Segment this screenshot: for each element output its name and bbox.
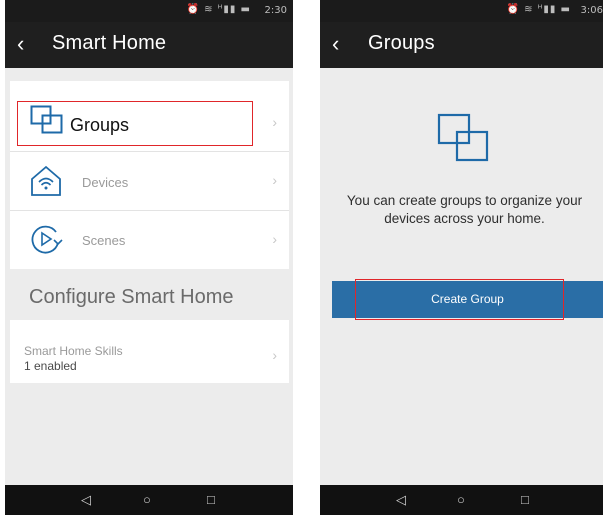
chevron-right-icon: › <box>272 347 277 363</box>
nav-home-icon[interactable]: ○ <box>143 492 151 507</box>
groups-icon <box>437 113 491 168</box>
skills-subtitle: 1 enabled <box>24 359 77 373</box>
scenes-icon <box>30 223 64 260</box>
status-bar: ⏰ ≋ ᴴ▮▮ ▬ 2:30 <box>5 0 293 22</box>
page-title: Smart Home <box>52 32 167 54</box>
highlight-box <box>17 101 253 146</box>
back-button[interactable]: ‹ <box>17 31 24 57</box>
status-bar: ⏰ ≋ ᴴ▮▮ ▬ 3:06 <box>320 0 603 22</box>
chevron-right-icon: › <box>272 172 277 188</box>
page-title: Groups <box>368 32 435 54</box>
navigation-bar: ◁ ○ □ <box>320 485 603 515</box>
section-title: Configure Smart Home <box>29 286 234 308</box>
skills-title: Smart Home Skills <box>24 344 123 358</box>
nav-recents-icon[interactable]: □ <box>521 492 529 507</box>
chevron-right-icon: › <box>272 231 277 247</box>
nav-recents-icon[interactable]: □ <box>207 492 215 507</box>
nav-home-icon[interactable]: ○ <box>457 492 465 507</box>
app-bar: ‹ Groups <box>320 22 603 68</box>
status-icons: ⏰ ≋ ᴴ▮▮ ▬ <box>506 4 571 15</box>
content-area: You can create groups to organize your d… <box>320 68 603 485</box>
menu-item-label: Scenes <box>82 233 126 248</box>
chevron-right-icon: › <box>272 114 277 130</box>
app-bar: ‹ Smart Home <box>5 22 293 68</box>
content-area: Groups › Devices › Scenes › Configure Sm… <box>5 68 293 485</box>
smart-home-menu: Groups › Devices › Scenes › <box>10 81 289 269</box>
menu-item-scenes[interactable]: Scenes › <box>10 211 289 269</box>
status-time: 3:06 <box>580 5 603 16</box>
smart-home-skills-item[interactable]: Smart Home Skills 1 enabled › <box>10 320 289 383</box>
nav-back-icon[interactable]: ◁ <box>81 492 91 508</box>
menu-item-devices[interactable]: Devices › <box>10 152 289 211</box>
smart-home-screen: ⏰ ≋ ᴴ▮▮ ▬ 2:30 ‹ Smart Home Groups › Dev… <box>5 0 293 515</box>
menu-item-label: Devices <box>82 175 129 190</box>
empty-state-message: You can create groups to organize your d… <box>346 193 583 226</box>
devices-icon <box>29 164 63 203</box>
navigation-bar: ◁ ○ □ <box>5 485 293 515</box>
status-icons: ⏰ ≋ ᴴ▮▮ ▬ <box>186 4 251 15</box>
nav-back-icon[interactable]: ◁ <box>396 492 406 508</box>
status-time: 2:30 <box>264 5 287 16</box>
groups-screen: ⏰ ≋ ᴴ▮▮ ▬ 3:06 ‹ Groups You can create g… <box>320 0 603 515</box>
highlight-box <box>355 279 564 320</box>
back-button[interactable]: ‹ <box>332 31 339 57</box>
